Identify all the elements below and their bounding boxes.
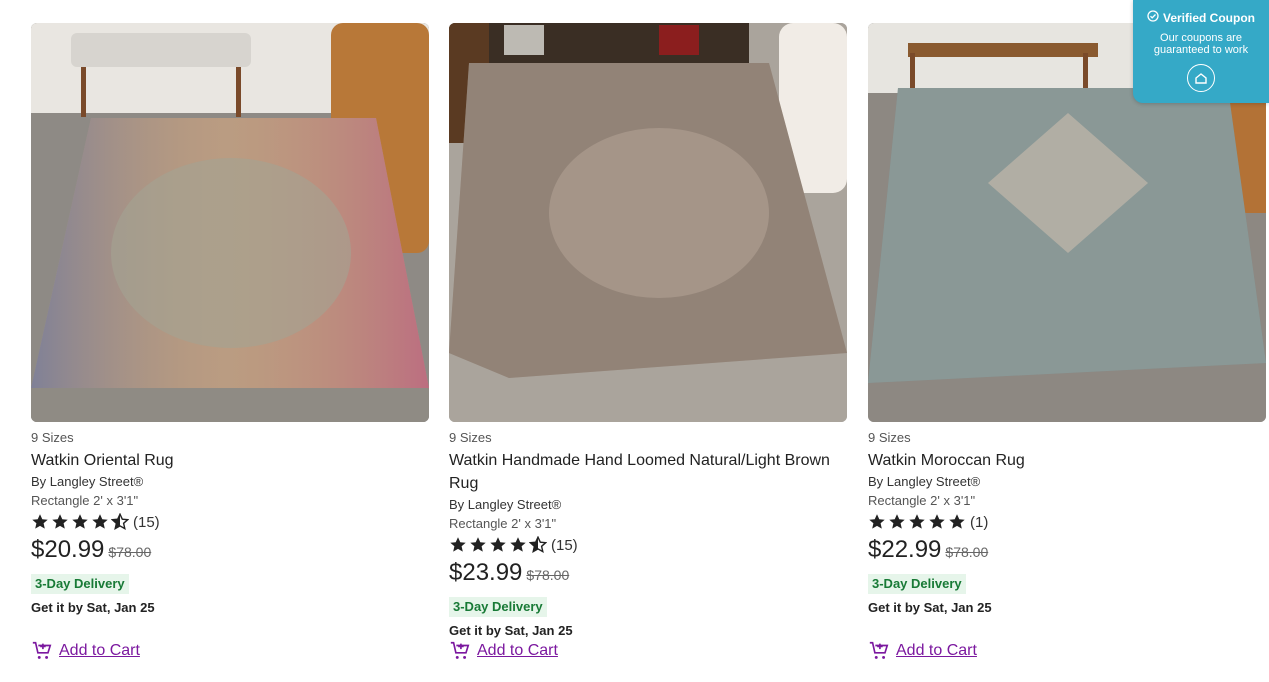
add-to-cart-label[interactable]: Add to Cart <box>477 642 558 660</box>
product-image[interactable] <box>31 23 429 422</box>
star-half-icon <box>529 536 547 553</box>
brand-name: By Langley Street® <box>449 497 562 512</box>
star-full-icon <box>72 514 88 529</box>
original-price: $78.00 <box>108 544 152 560</box>
delivery-badge: 3-Day Delivery <box>449 597 547 617</box>
add-to-cart-button[interactable]: Add to Cart <box>868 640 977 662</box>
verified-coupon-widget[interactable]: Verified Coupon Our coupons are guarante… <box>1133 0 1269 103</box>
delivery-date: Get it by Sat, Jan 25 <box>868 600 992 615</box>
product-name[interactable]: Watkin Oriental Rug <box>31 449 430 472</box>
star-full-icon <box>490 537 506 552</box>
size-count: 9 Sizes <box>449 430 492 445</box>
add-to-cart-button[interactable]: Add to Cart <box>449 640 558 662</box>
add-to-cart-button[interactable]: Add to Cart <box>31 640 140 662</box>
star-full-icon <box>510 537 526 552</box>
star-full-icon <box>470 537 486 552</box>
star-rating <box>449 536 547 554</box>
product-card[interactable]: 9 Sizes Watkin Moroccan Rug By Langley S… <box>868 23 1267 659</box>
coupon-subtitle: Our coupons are guaranteed to work <box>1133 32 1269 56</box>
product-card[interactable]: 9 Sizes Watkin Oriental Rug By Langley S… <box>31 23 430 659</box>
cart-plus-icon <box>869 641 889 659</box>
delivery-badge: 3-Day Delivery <box>868 574 966 594</box>
review-count: (15) <box>133 513 160 531</box>
star-full-icon <box>52 514 68 529</box>
star-full-icon <box>909 514 925 529</box>
rating-row: (15) <box>31 510 430 534</box>
rug-dimensions: Rectangle 2' x 3'1" <box>31 493 139 508</box>
check-circle-icon <box>1147 10 1159 25</box>
star-rating <box>868 513 966 531</box>
price-row: $20.99 $78.00 <box>31 536 430 570</box>
product-name[interactable]: Watkin Moroccan Rug <box>868 449 1267 472</box>
star-full-icon <box>949 514 965 529</box>
original-price: $78.00 <box>945 544 989 560</box>
coupon-title-row: Verified Coupon <box>1133 10 1269 25</box>
coupon-line-1: Our coupons are <box>1160 32 1242 44</box>
star-rating <box>31 513 129 531</box>
star-full-icon <box>889 514 905 529</box>
coupon-line-2: guaranteed to work <box>1153 44 1249 56</box>
add-to-cart-label[interactable]: Add to Cart <box>896 642 977 660</box>
brand-name: By Langley Street® <box>31 474 144 489</box>
original-price: $78.00 <box>526 567 570 583</box>
rating-row: (1) <box>868 510 1267 534</box>
rug-dimensions: Rectangle 2' x 3'1" <box>449 516 557 531</box>
star-full-icon <box>869 514 885 529</box>
price-row: $22.99 $78.00 <box>868 536 1267 570</box>
rug-dimensions: Rectangle 2' x 3'1" <box>868 493 976 508</box>
rating-row: (15) <box>449 533 848 557</box>
product-name[interactable]: Watkin Handmade Hand Loomed Natural/Ligh… <box>449 449 848 495</box>
product-image[interactable] <box>449 23 847 422</box>
star-full-icon <box>32 514 48 529</box>
delivery-date: Get it by Sat, Jan 25 <box>31 600 155 615</box>
brand-name: By Langley Street® <box>868 474 981 489</box>
delivery-date: Get it by Sat, Jan 25 <box>449 623 573 638</box>
product-grid: 9 Sizes Watkin Oriental Rug By Langley S… <box>0 0 1269 682</box>
coupon-title: Verified Coupon <box>1162 10 1255 25</box>
sale-price: $22.99 <box>868 536 942 563</box>
cart-plus-icon <box>450 641 470 659</box>
size-count: 9 Sizes <box>31 430 74 445</box>
add-to-cart-label[interactable]: Add to Cart <box>59 642 140 660</box>
price-row: $23.99 $78.00 <box>449 559 848 593</box>
sale-price: $20.99 <box>31 536 105 563</box>
home-icon[interactable] <box>1187 64 1215 92</box>
star-full-icon <box>92 514 108 529</box>
star-half-icon <box>111 513 129 530</box>
size-count: 9 Sizes <box>868 430 911 445</box>
star-full-icon <box>450 537 466 552</box>
review-count: (1) <box>970 513 989 531</box>
cart-plus-icon <box>32 641 52 659</box>
product-card[interactable]: 9 Sizes Watkin Handmade Hand Loomed Natu… <box>449 23 848 659</box>
delivery-badge: 3-Day Delivery <box>31 574 129 594</box>
sale-price: $23.99 <box>449 559 523 586</box>
star-full-icon <box>929 514 945 529</box>
review-count: (15) <box>551 536 578 554</box>
